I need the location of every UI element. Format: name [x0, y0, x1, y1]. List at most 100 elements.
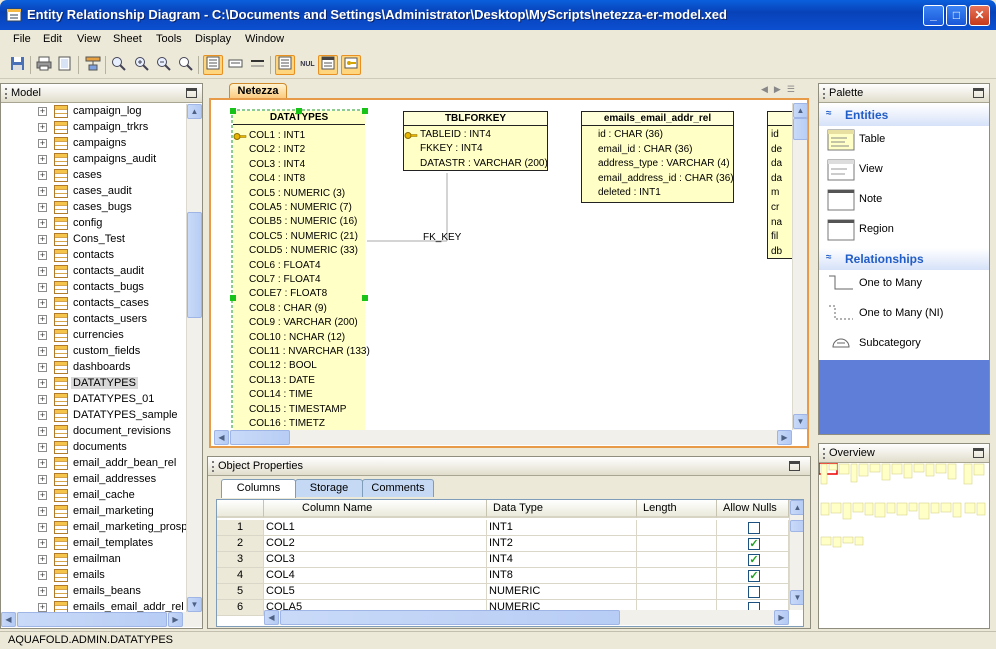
column-name-header[interactable]: Column Name: [264, 500, 487, 518]
table-view-icon[interactable]: [203, 55, 223, 75]
row-number[interactable]: 4: [217, 568, 264, 584]
row-number[interactable]: 6: [217, 600, 264, 616]
palette-item-note[interactable]: Note: [819, 186, 989, 214]
expand-icon[interactable]: +: [38, 443, 47, 452]
row-number[interactable]: 1: [217, 520, 264, 536]
tree-item[interactable]: + contacts_bugs: [37, 280, 186, 296]
data-type-header[interactable]: Data Type: [487, 500, 637, 518]
model-horizontal-scrollbar[interactable]: ◀ ▶: [1, 612, 202, 627]
tree-item[interactable]: + custom_fields: [37, 344, 186, 360]
minimize-icon[interactable]: _: [923, 5, 944, 26]
page-setup-icon[interactable]: [56, 56, 73, 73]
scroll-down-icon[interactable]: ▼: [790, 590, 803, 605]
expand-icon[interactable]: +: [38, 283, 47, 292]
data-type-cell[interactable]: INT4: [487, 552, 637, 568]
tree-item[interactable]: + document_revisions: [37, 424, 186, 440]
column-name-cell[interactable]: COL3: [264, 552, 487, 568]
close-icon[interactable]: ✕: [969, 5, 990, 26]
allow-nulls-cell[interactable]: ✓: [717, 552, 789, 568]
column-name-cell[interactable]: COL1: [264, 520, 487, 536]
allow-nulls-checkbox[interactable]: ✓: [748, 570, 760, 582]
scroll-left-icon[interactable]: ◀: [214, 430, 229, 445]
expand-icon[interactable]: +: [38, 187, 47, 196]
palette-item-view[interactable]: View: [819, 156, 989, 184]
palette-item-region[interactable]: Region: [819, 216, 989, 244]
data-type-cell[interactable]: INT2: [487, 536, 637, 552]
expand-icon[interactable]: +: [38, 603, 47, 612]
tree-item[interactable]: + email_templates: [37, 536, 186, 552]
layout-icon[interactable]: [84, 56, 101, 73]
length-cell[interactable]: [637, 584, 717, 600]
tree-item[interactable]: + campaign_trkrs: [37, 120, 186, 136]
scroll-up-icon[interactable]: ▲: [790, 500, 803, 515]
selection-handle[interactable]: [230, 108, 236, 114]
allow-nulls-cell[interactable]: ✓: [717, 536, 789, 552]
expand-icon[interactable]: +: [38, 347, 47, 356]
tree-item[interactable]: + email_marketing_prosp: [37, 520, 186, 536]
save-icon[interactable]: [9, 56, 26, 73]
tab-comments[interactable]: Comments: [362, 479, 434, 497]
overview-thumbnail[interactable]: [819, 463, 989, 563]
palette-item-table[interactable]: Table: [819, 126, 989, 154]
zoom-icon[interactable]: [177, 56, 194, 73]
expand-icon[interactable]: +: [38, 155, 47, 164]
zoom-out-icon[interactable]: [155, 56, 172, 73]
lines-icon[interactable]: [249, 56, 266, 73]
palette-relationship-item[interactable]: Subcategory: [819, 330, 989, 358]
tree-item[interactable]: + contacts_audit: [37, 264, 186, 280]
tree-item[interactable]: + emails: [37, 568, 186, 584]
tree-item[interactable]: + campaigns_audit: [37, 152, 186, 168]
length-cell[interactable]: [637, 520, 717, 536]
expand-icon[interactable]: +: [38, 491, 47, 500]
columns-icon[interactable]: [227, 56, 244, 73]
model-vertical-scrollbar[interactable]: ▲ ▼: [186, 104, 202, 612]
row-number[interactable]: 2: [217, 536, 264, 552]
expand-icon[interactable]: +: [38, 475, 47, 484]
menu-sheet[interactable]: Sheet: [113, 33, 142, 45]
length-header[interactable]: Length: [637, 500, 717, 518]
expand-icon[interactable]: +: [38, 411, 47, 420]
row-number[interactable]: 3: [217, 552, 264, 568]
entity-datatypes[interactable]: DATATYPES COL1 : INT1 COL2 : INT2 COL3 : I…: [233, 111, 370, 430]
column-name-cell[interactable]: COL5: [264, 584, 487, 600]
menu-display[interactable]: Display: [195, 33, 231, 45]
maximize-panel-icon[interactable]: [186, 88, 197, 98]
allow-nulls-checkbox[interactable]: [748, 522, 760, 534]
tab-netezza[interactable]: Netezza: [229, 83, 287, 99]
expand-icon[interactable]: +: [38, 587, 47, 596]
column-name-cell[interactable]: COL4: [264, 568, 487, 584]
expand-icon[interactable]: +: [38, 363, 47, 372]
tree-item[interactable]: + DATATYPES_01: [37, 392, 186, 408]
expand-icon[interactable]: +: [38, 251, 47, 260]
expand-icon[interactable]: +: [38, 507, 47, 516]
scroll-left-icon[interactable]: ◀: [1, 612, 16, 627]
column-name-cell[interactable]: COL2: [264, 536, 487, 552]
length-cell[interactable]: [637, 536, 717, 552]
tree-item[interactable]: + emailman: [37, 552, 186, 568]
expand-icon[interactable]: +: [38, 107, 47, 116]
scroll-right-icon[interactable]: ▶: [777, 430, 792, 445]
palette-relationship-item[interactable]: One to Many (NI): [819, 300, 989, 328]
tree-item[interactable]: + dashboards: [37, 360, 186, 376]
allow-nulls-cell[interactable]: [717, 520, 789, 536]
selection-handle[interactable]: [362, 108, 368, 114]
selection-handle[interactable]: [296, 108, 302, 114]
tree-item[interactable]: + cases: [37, 168, 186, 184]
expand-icon[interactable]: +: [38, 427, 47, 436]
tree-item[interactable]: + currencies: [37, 328, 186, 344]
tree-item[interactable]: + emails_beans: [37, 584, 186, 600]
expand-icon[interactable]: +: [38, 555, 47, 564]
expand-icon[interactable]: +: [38, 299, 47, 308]
expand-icon[interactable]: +: [38, 267, 47, 276]
tree-item[interactable]: + contacts: [37, 248, 186, 264]
scroll-thumb[interactable]: [793, 118, 808, 140]
grid-vertical-scrollbar[interactable]: ▲ ▼: [789, 500, 803, 610]
expand-icon[interactable]: +: [38, 379, 47, 388]
scroll-thumb[interactable]: [280, 610, 620, 625]
print-icon[interactable]: [35, 56, 52, 73]
collapse-icon[interactable]: ≈: [826, 252, 832, 263]
tree-item[interactable]: + campaigns: [37, 136, 186, 152]
zoom-fit-icon[interactable]: [110, 56, 127, 73]
tree-item[interactable]: + email_marketing: [37, 504, 186, 520]
scroll-up-icon[interactable]: ▲: [793, 103, 808, 118]
